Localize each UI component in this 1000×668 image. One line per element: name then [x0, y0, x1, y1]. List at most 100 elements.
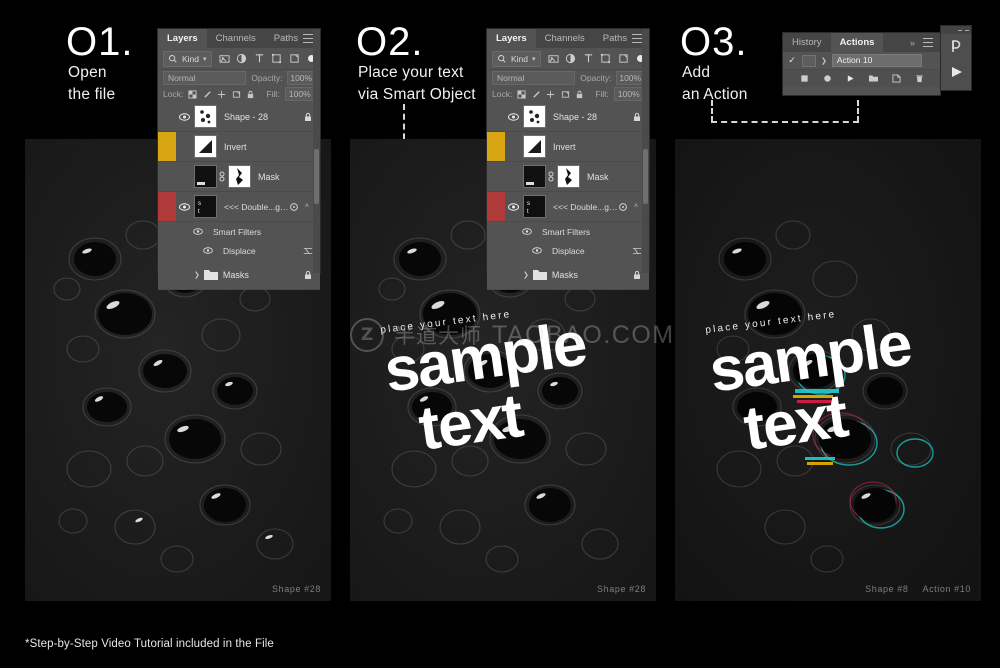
layers-filter-bar-1[interactable]: Kind ▾: [158, 48, 320, 70]
smart-filter-icon[interactable]: [289, 202, 299, 212]
chevron-down-icon[interactable]: ▾: [532, 55, 536, 63]
play-icon[interactable]: [846, 74, 855, 83]
hamburger-menu-icon[interactable]: [632, 34, 642, 43]
disclosure-triangle-icon[interactable]: ❯: [192, 271, 204, 279]
layers-scrollbar-thumb-1[interactable]: [314, 149, 319, 204]
adjustment-layer-filter-icon[interactable]: [565, 53, 576, 64]
shape-thumbnail[interactable]: [194, 105, 217, 128]
invert-adjustment-thumbnail[interactable]: [523, 135, 546, 158]
layer-visibility-toggle[interactable]: [176, 202, 192, 211]
tab-paths-1[interactable]: Paths: [265, 29, 307, 48]
layers-panel-2[interactable]: Layers Channels Paths Kind ▾ Normal Opac: [487, 29, 649, 290]
blend-mode-select-2[interactable]: Normal: [492, 71, 576, 85]
layer-name-mask[interactable]: Mask: [587, 172, 649, 182]
eye-icon[interactable]: [532, 247, 542, 254]
blend-mode-row-2[interactable]: Normal Opacity: 100%: [487, 70, 649, 86]
layer-name-smart-object[interactable]: <<< Double...ge the text: [224, 202, 289, 212]
adjustment-layer-filter-icon[interactable]: [236, 53, 247, 64]
mask-link-icon[interactable]: [546, 171, 555, 182]
layers-scrollbar-2[interactable]: [642, 29, 649, 273]
smart-object-thumbnail[interactable]: st: [194, 195, 217, 218]
tab-layers-2[interactable]: Layers: [487, 29, 536, 48]
layers-scrollbar-1[interactable]: [313, 29, 320, 273]
filter-blending-icon[interactable]: [632, 246, 642, 256]
fill-value-2[interactable]: 100%: [613, 87, 644, 101]
tab-layers-1[interactable]: Layers: [158, 29, 207, 48]
actions-panel[interactable]: History Actions » ✓ ❯ Action 10: [783, 33, 940, 95]
layers-list-2[interactable]: Shape - 28 Invert Mask s t <<< Double...…: [487, 102, 649, 290]
layer-name-invert[interactable]: Invert: [553, 142, 649, 152]
lock-all-icon[interactable]: [246, 90, 255, 99]
smart-filters-visibility-toggle[interactable]: [519, 228, 535, 235]
record-icon[interactable]: [823, 74, 832, 83]
eye-icon[interactable]: [203, 247, 213, 254]
record-toggle-icon[interactable]: [949, 39, 963, 54]
lock-transparent-pixels-icon[interactable]: [517, 89, 526, 99]
mask-thumbnail[interactable]: [228, 165, 251, 188]
tab-actions[interactable]: Actions: [830, 33, 884, 52]
layer-thumbnail[interactable]: [523, 165, 546, 188]
shape-layer-filter-icon[interactable]: [600, 53, 611, 64]
lock-icon-group-2[interactable]: [517, 89, 584, 99]
action-name[interactable]: Action 10: [831, 54, 922, 67]
lock-row-1[interactable]: Lock: Fill: 100%: [158, 86, 320, 102]
layer-name-masks[interactable]: Masks: [223, 270, 303, 280]
lock-position-icon[interactable]: [546, 90, 555, 99]
tab-channels-2[interactable]: Channels: [536, 29, 594, 48]
hamburger-menu-icon[interactable]: [303, 34, 313, 43]
layer-thumbnail[interactable]: [194, 165, 217, 188]
action-dialog-toggle-box[interactable]: [802, 54, 816, 67]
filter-type-icons-2[interactable]: [547, 53, 644, 64]
layer-row-masks-group[interactable]: ❯ Masks: [487, 260, 649, 290]
eye-icon[interactable]: [522, 228, 532, 235]
disclosure-triangle-icon[interactable]: ❯: [521, 271, 533, 279]
hamburger-menu-icon[interactable]: [923, 38, 933, 47]
play-action-button[interactable]: [941, 59, 971, 85]
layers-list-1[interactable]: Shape - 28 Invert Mask s t <<< Double...…: [158, 102, 320, 290]
layer-row-displace[interactable]: Displace: [158, 241, 320, 260]
smart-object-thumbnail[interactable]: st: [523, 195, 546, 218]
layer-visibility-toggle[interactable]: [505, 202, 521, 211]
layer-row-smart-filters[interactable]: Smart Filters: [158, 222, 320, 241]
mask-link-icon[interactable]: [217, 171, 226, 182]
eye-icon[interactable]: [193, 228, 203, 235]
layer-name-smart-object[interactable]: <<< Double...ge the text: [553, 202, 618, 212]
stop-icon[interactable]: [800, 74, 809, 83]
lock-icon-group-1[interactable]: [188, 89, 255, 99]
displace-visibility-toggle[interactable]: [200, 247, 216, 254]
delete-icon[interactable]: [915, 74, 924, 83]
lock-position-icon[interactable]: [217, 90, 226, 99]
layer-visibility-toggle[interactable]: [176, 112, 192, 121]
mask-thumbnail[interactable]: [557, 165, 580, 188]
layer-row-shape-28[interactable]: Shape - 28: [158, 102, 320, 132]
tab-history[interactable]: History: [783, 33, 831, 52]
layer-row-masks-group[interactable]: ❯ Masks: [158, 260, 320, 290]
disclosure-triangle-icon[interactable]: ❯: [821, 57, 827, 65]
lock-transparent-pixels-icon[interactable]: [188, 89, 197, 99]
filter-kind-dropdown-1[interactable]: Kind ▾: [163, 50, 212, 67]
layer-row-displace[interactable]: Displace: [487, 241, 649, 260]
chevron-down-icon[interactable]: ▾: [203, 55, 207, 63]
displace-visibility-toggle[interactable]: [529, 247, 545, 254]
layer-row-invert[interactable]: Invert: [487, 132, 649, 162]
smart-object-filter-icon[interactable]: [618, 53, 629, 64]
layers-panel-1-tabs[interactable]: Layers Channels Paths: [158, 29, 320, 48]
new-action-icon[interactable]: [891, 74, 901, 83]
layer-name-invert[interactable]: Invert: [224, 142, 320, 152]
lock-image-pixels-icon[interactable]: [203, 90, 212, 99]
lock-row-2[interactable]: Lock: Fill: 100%: [487, 86, 649, 102]
layers-panel-1[interactable]: Layers Channels Paths Kind ▾ Normal Opac: [158, 29, 320, 290]
lock-artboard-nesting-icon[interactable]: [232, 90, 241, 99]
layer-name-shape-28[interactable]: Shape - 28: [224, 112, 303, 122]
filter-kind-dropdown-2[interactable]: Kind ▾: [492, 50, 541, 67]
tab-paths-2[interactable]: Paths: [594, 29, 636, 48]
opacity-value-1[interactable]: 100%: [287, 71, 315, 85]
chevron-up-icon[interactable]: ˄: [305, 203, 313, 210]
lock-all-icon[interactable]: [575, 90, 584, 99]
layer-name-displace[interactable]: Displace: [223, 246, 303, 256]
layer-row-smart-object[interactable]: st <<< Double...ge the text ˄: [487, 192, 649, 222]
layer-row-mask[interactable]: Mask: [487, 162, 649, 192]
layer-row-invert[interactable]: Invert: [158, 132, 320, 162]
type-layer-filter-icon[interactable]: [583, 53, 594, 64]
action-enabled-checkmark-icon[interactable]: ✓: [787, 55, 797, 66]
